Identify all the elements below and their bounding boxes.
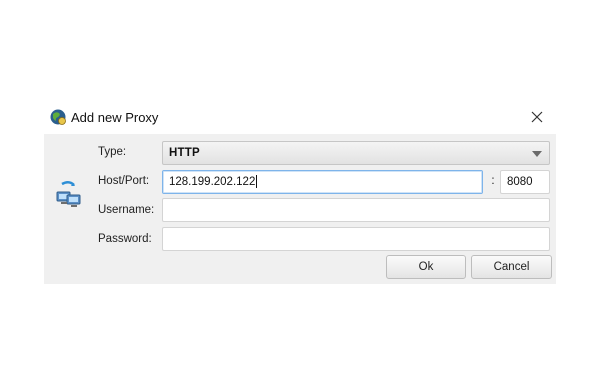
host-input-value: 128.199.202.122	[169, 176, 256, 188]
globe-icon	[50, 109, 66, 125]
chevron-down-icon	[532, 151, 542, 157]
port-input-value: 8080	[507, 176, 533, 188]
text-cursor	[256, 175, 258, 189]
username-input[interactable]	[162, 198, 550, 222]
dialog-body: Type: HTTP Host/Port: 128.199.202.122 : …	[44, 134, 556, 284]
dialog-title: Add new Proxy	[71, 110, 159, 125]
title-bar: Add new Proxy	[44, 104, 556, 132]
close-icon	[531, 111, 543, 123]
password-input[interactable]	[162, 227, 550, 251]
type-select-value: HTTP	[169, 147, 200, 159]
ok-button[interactable]: Ok	[386, 255, 466, 279]
cancel-button[interactable]: Cancel	[471, 255, 552, 279]
host-port-label: Host/Port:	[98, 175, 150, 187]
password-label: Password:	[98, 233, 152, 245]
username-label: Username:	[98, 204, 155, 216]
type-label: Type:	[98, 146, 127, 158]
host-input[interactable]: 128.199.202.122	[162, 170, 483, 194]
network-computers-icon	[54, 180, 84, 210]
port-input[interactable]: 8080	[500, 170, 550, 194]
close-button[interactable]	[526, 106, 548, 128]
port-separator: :	[491, 175, 495, 187]
type-select[interactable]: HTTP	[162, 141, 550, 165]
proxy-dialog-window: Add new Proxy Type: HTTP Host/Port: 128.…	[0, 0, 600, 386]
